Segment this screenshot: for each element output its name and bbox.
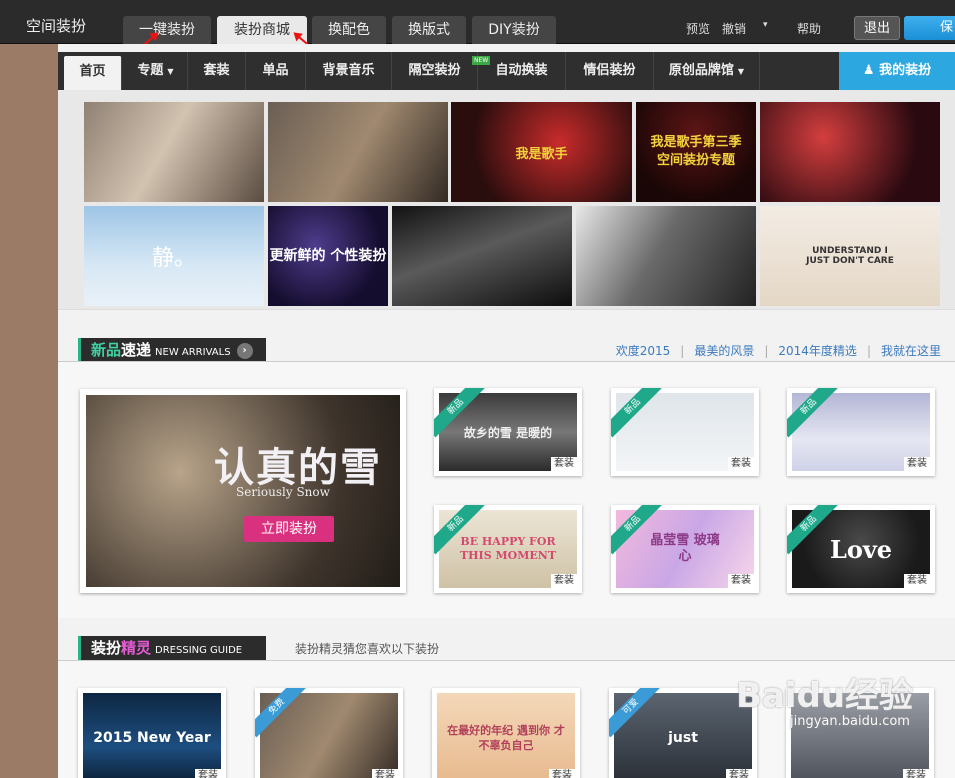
dress-now-button[interactable]: 立即装扮 [244,516,334,542]
new-arrivals-header: 新品速递 NEW ARRIVALS › [78,338,266,362]
product-card[interactable]: 故乡的雪 是暖的 新品 套装 [434,388,582,476]
dressing-guide-note: 装扮精灵猜您喜欢以下装扮 [295,642,440,656]
user-icon: ♟ [862,63,875,78]
tab-diy[interactable]: DIY装扮 [472,16,556,44]
product-card[interactable]: 晶莹雪 玻璃心 新品 套装 [611,505,759,593]
banner-tile[interactable]: 静。 [84,206,264,306]
nav-remote-dress[interactable]: 隔空装扮 [392,52,478,90]
feature-card[interactable]: 认真的雪 Seriously Snow 立即装扮 [80,389,406,593]
baidu-watermark-url: jingyan.baidu.com [790,714,910,729]
tab-color[interactable]: 换配色 [312,16,386,44]
nav-suits[interactable]: 套装 [188,52,246,90]
guide-card[interactable]: 2015 New Year 套装 [78,688,226,778]
product-card[interactable]: BE HAPPY FOR THIS MOMENT 新品 套装 [434,505,582,593]
baidu-watermark: Baidu经验 [736,676,914,716]
app-title: 空间装扮 [26,17,87,35]
banner-tile[interactable] [392,206,572,306]
save-button[interactable]: 保 [904,16,955,40]
link-2015[interactable]: 欢度2015 [616,344,671,358]
new-arrivals-links: 欢度2015 | 最美的风景 | 2014年度精选 | 我就在这里 [615,344,941,358]
link-scenery[interactable]: 最美的风景 [694,344,754,358]
product-card[interactable]: Love 新品 套装 [787,505,935,593]
banner-tile[interactable]: 我是歌手 [451,102,632,202]
tab-one-click[interactable]: 一键装扮 [123,16,211,44]
nav-items[interactable]: 单品 [246,52,306,90]
chevron-down-icon: ▼ [737,67,745,76]
guide-card[interactable]: just 可爱 套装 [609,688,757,778]
chevron-down-icon: ▼ [167,67,174,76]
feature-image: 认真的雪 Seriously Snow 立即装扮 [86,395,400,587]
banner-tile[interactable] [268,102,448,202]
exit-button[interactable]: 退出 [854,16,900,40]
banner-grid: 我是歌手 我是歌手第三季 空间装扮专题 静。 更新鲜的 个性装扮 UNDERST… [58,90,955,310]
nav-topics[interactable]: 专题 ▼ [124,52,188,90]
banner-tile[interactable] [84,102,264,202]
top-bar: 空间装扮 一键装扮 装扮商城 换配色 换版式 DIY装扮 预览 撤销 ▾ 帮助 … [0,0,955,44]
my-dress-button[interactable]: ♟ 我的装扮 [839,52,955,90]
mall-panel: 首页 专题 ▼ 套装 单品 背景音乐 隔空装扮 NEW 自动换装 情侣装扮 原创品… [58,44,955,778]
nav-couple[interactable]: 情侣装扮 [566,52,654,90]
banner-tile[interactable]: 我是歌手第三季 空间装扮专题 [636,102,756,202]
banner-tile[interactable] [576,206,756,306]
banner-tile[interactable] [760,102,940,202]
nav-auto-change[interactable]: 自动换装 [478,52,566,90]
link-2014-picks[interactable]: 2014年度精选 [778,344,857,358]
product-card[interactable]: 新品 套装 [611,388,759,476]
mall-nav: 首页 专题 ▼ 套装 单品 背景音乐 隔空装扮 NEW 自动换装 情侣装扮 原创品… [58,52,955,90]
product-card[interactable]: 新品 套装 [787,388,935,476]
nav-music[interactable]: 背景音乐 [306,52,392,90]
preview-link[interactable]: 预览 [686,20,710,37]
guide-card[interactable]: 在最好的年纪 遇到你 才不辜负自己 套装 [432,688,580,778]
undo-dropdown-icon[interactable]: ▾ [763,20,768,30]
guide-card[interactable]: 免费 套装 [255,688,403,778]
link-here[interactable]: 我就在这里 [881,344,941,358]
undo-link[interactable]: 撤销 [722,20,746,37]
banner-tile[interactable]: UNDERSTAND I JUST DON'T CARE [760,206,940,306]
tab-layout[interactable]: 换版式 [392,16,466,44]
banner-tile[interactable]: 更新鲜的 个性装扮 [268,206,388,306]
nav-brand-hall[interactable]: 原创品牌馆 ▼ [654,52,760,90]
arrow-right-icon[interactable]: › [236,342,253,359]
help-link[interactable]: 帮助 [797,20,821,37]
nav-home[interactable]: 首页 [64,56,122,90]
dressing-guide-header: 装扮精灵 DRESSING GUIDE [78,636,266,660]
